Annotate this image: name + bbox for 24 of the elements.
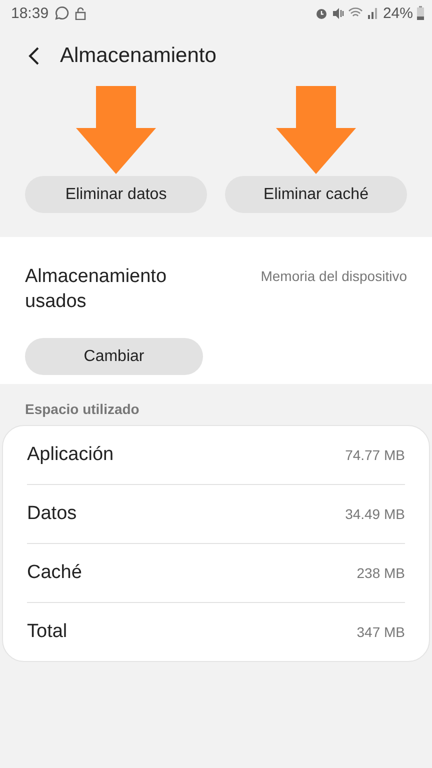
- action-button[interactable]: Eliminar caché: [225, 176, 407, 213]
- change-button[interactable]: Cambiar: [25, 338, 203, 376]
- action-button[interactable]: Eliminar datos: [25, 176, 207, 213]
- usage-name: Datos: [27, 503, 77, 526]
- storage-location: Memoria del dispositivo: [260, 267, 407, 284]
- usage-name: Caché: [27, 562, 82, 584]
- storage-label: Almacenamiento usados: [25, 265, 168, 314]
- wifi-icon: [348, 7, 363, 19]
- status-time: 18:39: [11, 4, 49, 22]
- screen-title: Almacenamiento: [60, 44, 216, 68]
- usage-size: 347 MB: [356, 624, 405, 640]
- usage-name: Total: [27, 621, 68, 644]
- usage-size: 238 MB: [356, 565, 405, 582]
- usage-size: 34.49 MB: [345, 506, 405, 522]
- back-icon[interactable]: [28, 47, 40, 65]
- signal-icon: [366, 7, 379, 19]
- usage-name: Aplicación: [27, 444, 114, 466]
- battery-percent: 24%: [382, 4, 413, 22]
- lock-icon: [74, 6, 86, 20]
- chat-icon: [54, 6, 69, 20]
- battery-icon: [417, 6, 424, 20]
- alarm-icon: [314, 6, 328, 20]
- section-heading: Espacio utilizado: [24, 400, 140, 420]
- usage-size: 74.77 MB: [345, 447, 405, 464]
